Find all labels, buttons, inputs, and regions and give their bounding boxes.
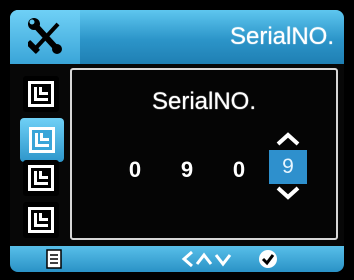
menu-page-icon bbox=[28, 207, 54, 233]
chevron-up-icon[interactable] bbox=[275, 131, 301, 147]
device-screen: SerialNO. SerialNO. 0 9 0 9 bbox=[10, 10, 344, 272]
menu-page-icon bbox=[29, 127, 55, 153]
settings-tile[interactable] bbox=[10, 10, 80, 64]
serial-number-panel: SerialNO. 0 9 0 9 bbox=[70, 68, 338, 240]
left-up-down-icon[interactable] bbox=[180, 250, 234, 268]
header-bar: SerialNO. bbox=[10, 10, 344, 64]
confirm-icon[interactable] bbox=[258, 249, 278, 269]
chevron-down-icon[interactable] bbox=[275, 185, 301, 201]
panel-title: SerialNO. bbox=[151, 88, 257, 115]
sidebar-item-1[interactable] bbox=[23, 76, 59, 112]
footer-bar bbox=[10, 246, 344, 272]
menu-page-icon bbox=[28, 81, 54, 107]
serial-digit-2[interactable]: 9 bbox=[172, 157, 202, 183]
serial-digit-1[interactable]: 0 bbox=[120, 157, 150, 183]
sidebar-item-2[interactable] bbox=[20, 118, 64, 162]
document-icon[interactable] bbox=[46, 249, 62, 269]
tools-icon bbox=[28, 18, 62, 54]
serial-digit-3[interactable]: 0 bbox=[224, 157, 254, 183]
sidebar-item-3[interactable] bbox=[23, 160, 59, 196]
sidebar-item-4[interactable] bbox=[23, 202, 59, 238]
serial-digit-4[interactable]: 9 bbox=[269, 150, 307, 184]
menu-page-icon bbox=[28, 165, 54, 191]
header-title: SerialNO. bbox=[229, 23, 334, 50]
